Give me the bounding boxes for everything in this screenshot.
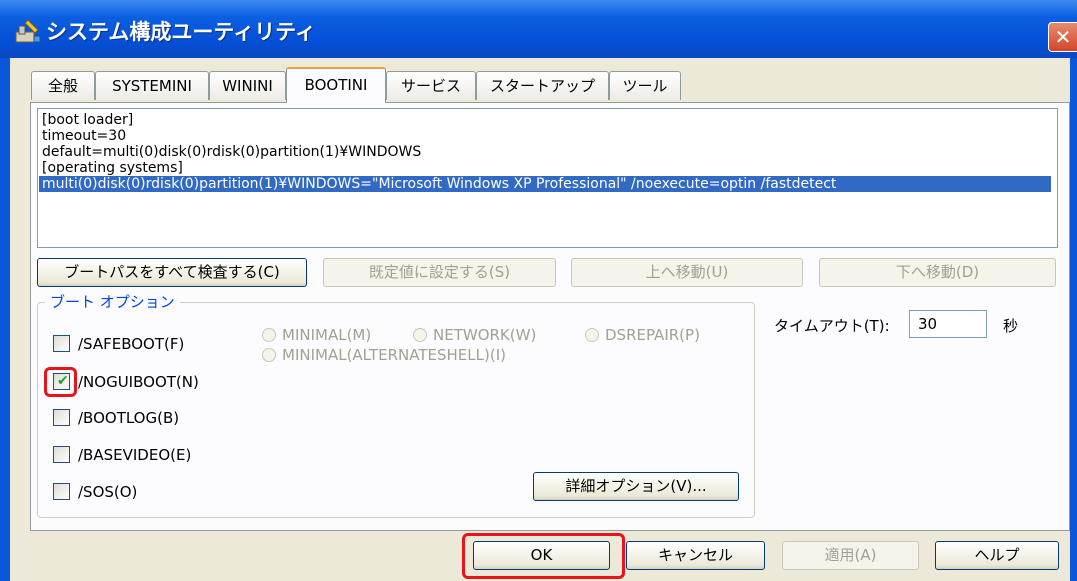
bootini-line[interactable]: [boot loader] <box>42 112 1053 128</box>
bootini-line[interactable]: default=multi(0)disk(0)rdisk(0)partition… <box>42 144 1053 160</box>
tab-bootini[interactable]: BOOTINI <box>286 67 386 103</box>
checkbox-label: /SAFEBOOT(F) <box>78 335 185 353</box>
checkbox-box[interactable] <box>53 409 70 426</box>
bootini-listbox[interactable]: [boot loader] timeout=30 default=multi(0… <box>37 108 1058 248</box>
close-icon: ✕ <box>1054 25 1072 49</box>
radio-button[interactable] <box>413 328 427 342</box>
radio-button[interactable] <box>585 328 599 342</box>
tab-general[interactable]: 全般 <box>31 71 95 100</box>
bootini-line-selected[interactable]: multi(0)disk(0)rdisk(0)partition(1)¥WIND… <box>39 176 1051 192</box>
check-all-boot-paths-button[interactable]: ブートパスをすべて検査する(C) <box>37 258 307 287</box>
tab-tools[interactable]: ツール <box>609 71 681 100</box>
checkbox-box[interactable] <box>53 446 70 463</box>
timeout-label: タイムアウト(T): <box>774 317 890 335</box>
checkbox-label: /BASEVIDEO(E) <box>78 446 192 464</box>
checkbox-label: /BOOTLOG(B) <box>78 409 180 427</box>
window-frame-right <box>1070 58 1077 581</box>
highlight-ok <box>462 533 625 579</box>
system-config-icon <box>15 19 41 43</box>
boot-options-title: ブート オプション <box>45 291 180 312</box>
advanced-options-button[interactable]: 詳細オプション(V)... <box>533 472 739 501</box>
radio-label: DSREPAIR(P) <box>605 326 700 344</box>
window-title: システム構成ユーティリティ <box>46 20 316 44</box>
radio-button[interactable] <box>262 328 276 342</box>
set-default-button[interactable]: 既定値に設定する(S) <box>323 258 556 287</box>
checkbox-box[interactable] <box>53 483 70 500</box>
move-up-button[interactable]: 上へ移動(U) <box>571 258 803 287</box>
apply-button[interactable]: 適用(A) <box>782 541 919 570</box>
checkbox-label: /NOGUIBOOT(N) <box>78 373 199 391</box>
radio-label: NETWORK(W) <box>433 326 537 344</box>
cancel-button[interactable]: キャンセル <box>626 541 765 570</box>
bootini-line[interactable]: timeout=30 <box>42 128 1053 144</box>
window-frame-left <box>0 58 10 581</box>
bootini-line[interactable]: [operating systems] <box>42 160 1053 176</box>
radio-button[interactable] <box>262 348 276 362</box>
tab-strip: 全般 SYSTEMINI WININI BOOTINI サービス スタートアップ… <box>0 67 1077 103</box>
tab-services[interactable]: サービス <box>386 71 476 100</box>
checkbox-box[interactable] <box>53 335 70 352</box>
tab-systemini[interactable]: SYSTEMINI <box>95 71 209 100</box>
tab-winini[interactable]: WININI <box>209 71 286 100</box>
timeout-unit: 秒 <box>1003 317 1019 335</box>
close-button[interactable]: ✕ <box>1048 22 1077 52</box>
system-config-window: システム構成ユーティリティ ✕ 全般 SYSTEMINI WININI BOOT… <box>0 0 1077 581</box>
radio-label: MINIMAL(ALTERNATESHELL)(I) <box>282 346 506 364</box>
move-down-button[interactable]: 下へ移動(D) <box>819 258 1056 287</box>
checkbox-label: /SOS(O) <box>78 483 138 501</box>
help-button[interactable]: ヘルプ <box>935 541 1059 570</box>
radio-label: MINIMAL(M) <box>282 326 372 344</box>
timeout-input[interactable]: 30 <box>909 310 987 338</box>
title-bar[interactable]: システム構成ユーティリティ ✕ <box>0 0 1077 58</box>
highlight-noguiboot <box>44 367 77 397</box>
tab-startup[interactable]: スタートアップ <box>476 71 609 100</box>
